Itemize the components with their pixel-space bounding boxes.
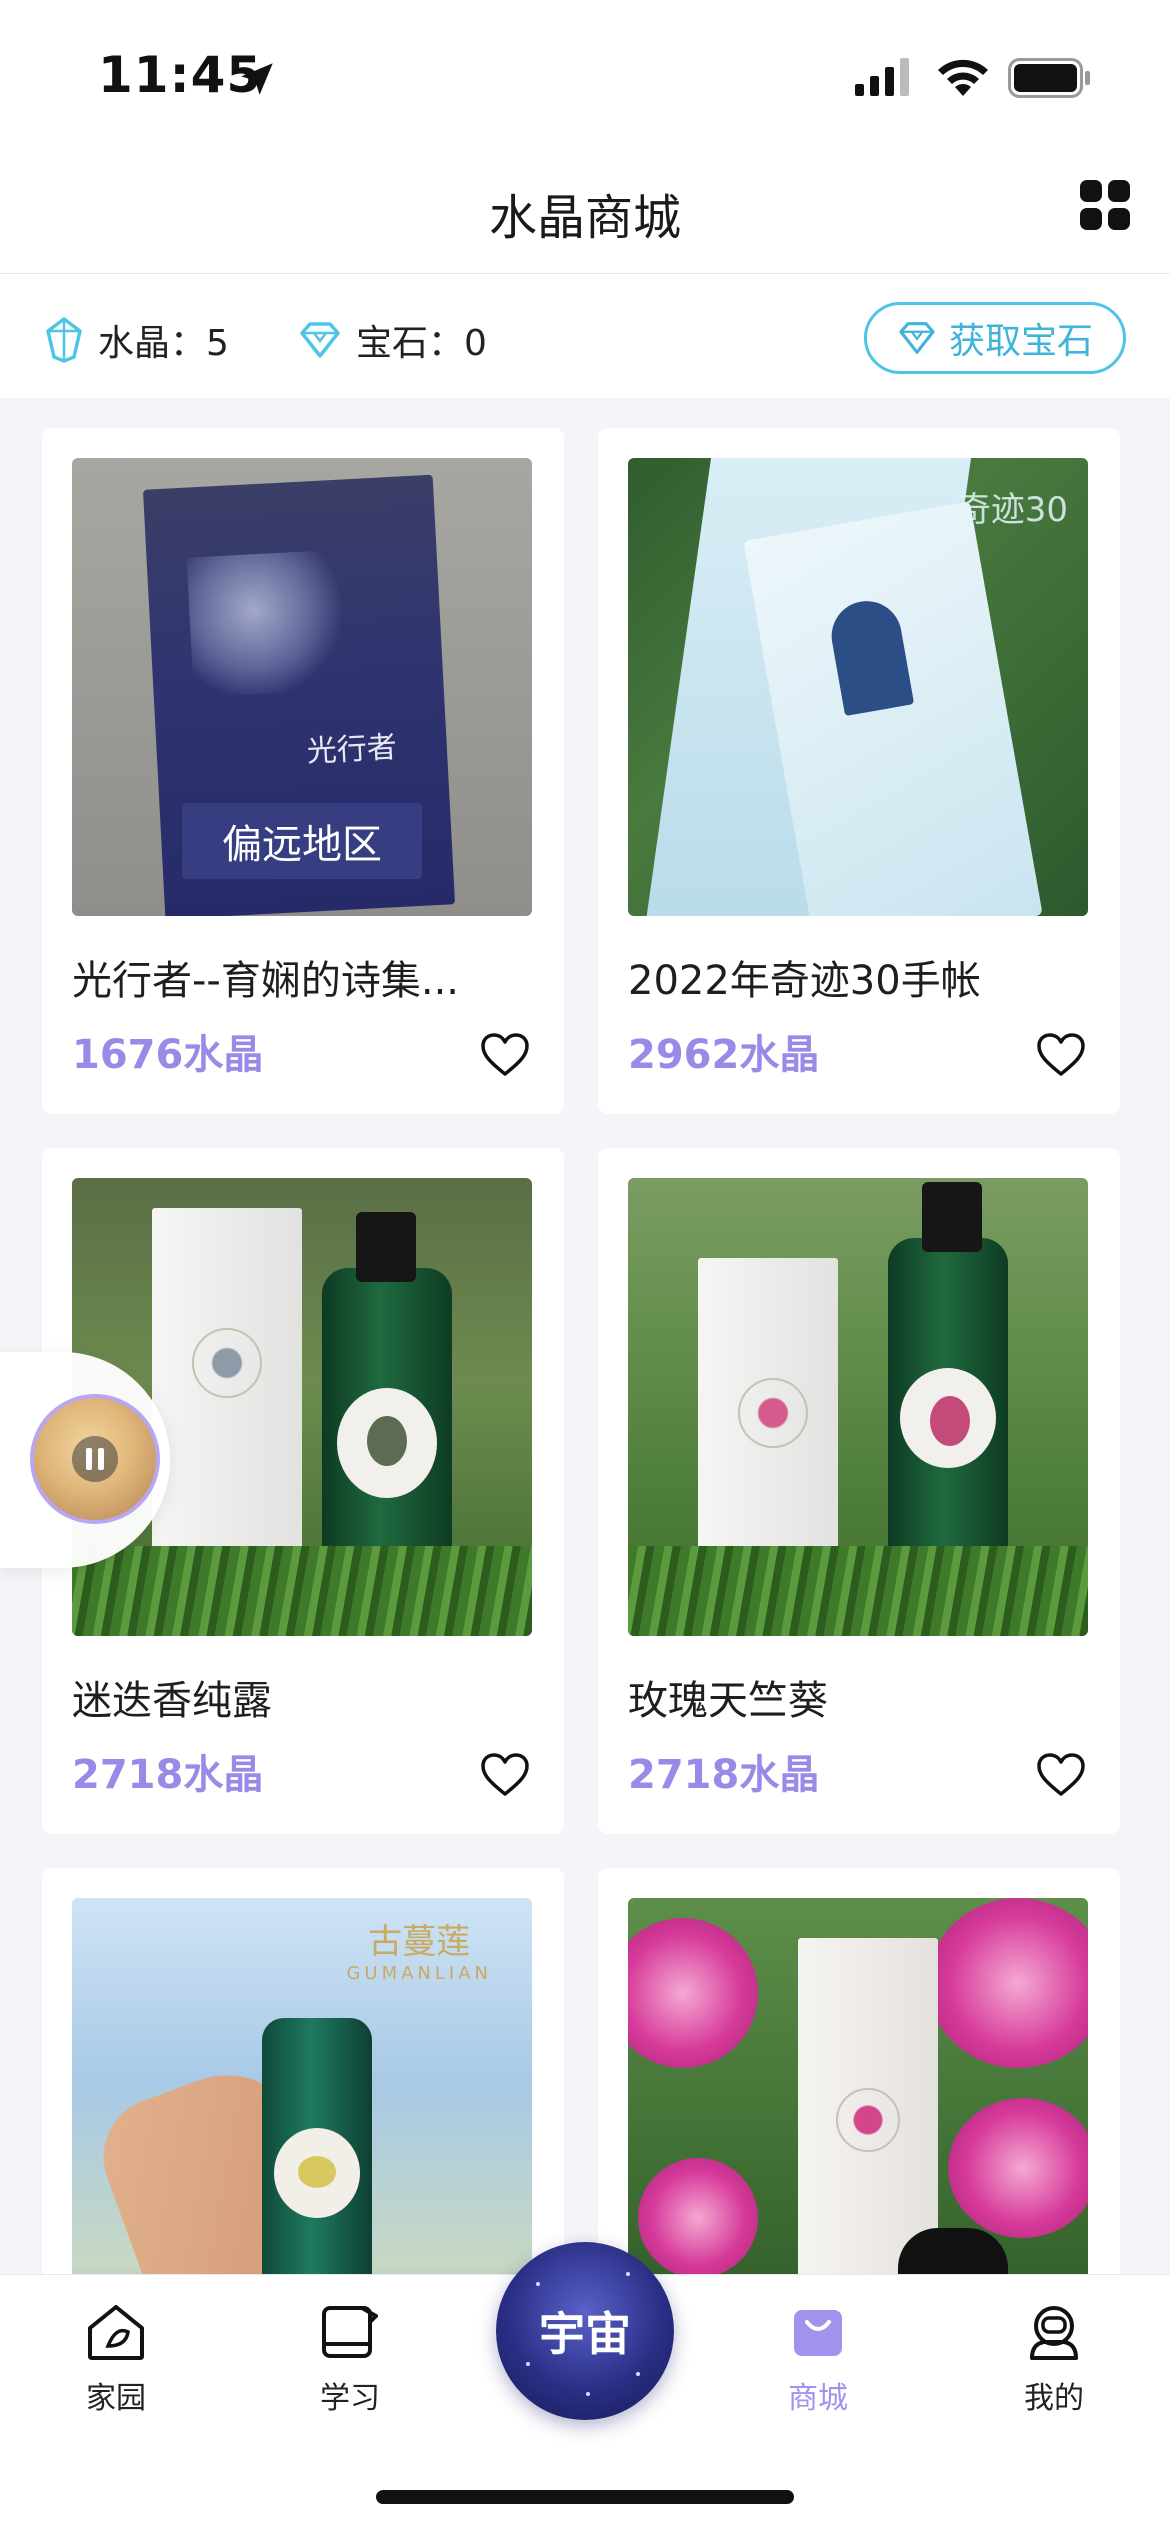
product-name: 玫瑰天竺葵 xyxy=(628,1678,828,1724)
home-indicator xyxy=(376,2490,794,2504)
product-image xyxy=(628,1178,1088,1636)
tab-study-label: 学习 xyxy=(320,2381,380,2416)
gem-balance: 宝石：0 xyxy=(298,314,487,366)
heart-icon[interactable] xyxy=(1036,1752,1086,1798)
status-bar: 11:45 xyxy=(0,0,1170,150)
crystal-icon xyxy=(46,317,82,363)
tab-shop[interactable]: 商城 xyxy=(748,2299,888,2417)
cellular-signal-icon xyxy=(855,58,909,96)
tab-mine[interactable]: 我的 xyxy=(984,2299,1124,2417)
pause-icon[interactable] xyxy=(72,1436,118,1482)
battery-icon xyxy=(1008,58,1090,98)
location-arrow-icon xyxy=(241,63,273,95)
shopping-bag-icon xyxy=(794,2310,842,2356)
get-gems-label: 获取宝石 xyxy=(948,321,1093,362)
product-image-brand: 奇迹30 xyxy=(956,490,1068,530)
product-price: 1676水晶 xyxy=(72,1032,264,1078)
product-name: 迷迭香纯露 xyxy=(72,1678,272,1724)
tab-universe-label: 宇宙 xyxy=(539,2307,631,2361)
grid-menu-icon[interactable] xyxy=(1080,180,1130,230)
gem-icon xyxy=(300,322,340,358)
balance-bar: 水晶：5 宝石：0 获取宝石 xyxy=(0,274,1170,398)
book-icon xyxy=(322,2306,378,2358)
product-grid: 光行者 偏远地区 光行者--育娴的诗集... 1676水晶 奇迹30 2022年… xyxy=(42,428,1128,2532)
heart-icon[interactable] xyxy=(480,1032,530,1078)
page-title: 水晶商城 xyxy=(488,190,681,246)
home-icon xyxy=(88,2305,144,2360)
tab-mine-label: 我的 xyxy=(1024,2381,1084,2416)
product-card[interactable]: 光行者 偏远地区 光行者--育娴的诗集... 1676水晶 xyxy=(42,428,564,1114)
product-image: 奇迹30 xyxy=(628,458,1088,916)
crystal-balance-text: 水晶：5 xyxy=(98,323,229,364)
book-cover-title: 光行者 xyxy=(305,729,398,770)
tab-home[interactable]: 家园 xyxy=(46,2299,186,2417)
product-price: 2962水晶 xyxy=(628,1032,820,1078)
tab-universe-button[interactable]: 宇宙 xyxy=(496,2242,674,2420)
product-price: 2718水晶 xyxy=(72,1752,264,1798)
heart-icon[interactable] xyxy=(1036,1032,1086,1078)
get-gems-button[interactable]: 获取宝石 xyxy=(864,302,1126,374)
tab-study[interactable]: 学习 xyxy=(280,2299,420,2417)
tab-shop-label: 商城 xyxy=(788,2381,848,2416)
astronaut-icon xyxy=(1030,2306,1078,2360)
gem-icon xyxy=(899,322,935,354)
product-price: 2718水晶 xyxy=(628,1752,820,1798)
gem-balance-text: 宝石：0 xyxy=(356,323,487,364)
product-image-brand: 古蔓莲 GUMANLIAN xyxy=(346,1922,492,1984)
product-card[interactable]: 玫瑰天竺葵 2718水晶 xyxy=(598,1148,1120,1834)
crystal-balance: 水晶：5 xyxy=(44,314,229,366)
product-name: 2022年奇迹30手帐 xyxy=(628,958,981,1004)
product-card[interactable]: 奇迹30 2022年奇迹30手帐 2962水晶 xyxy=(598,428,1120,1114)
region-label: 偏远地区 xyxy=(182,803,422,879)
heart-icon[interactable] xyxy=(480,1752,530,1798)
tab-home-label: 家园 xyxy=(86,2381,146,2416)
nav-header: 水晶商城 xyxy=(0,150,1170,274)
audio-cover xyxy=(30,1394,160,1524)
product-name: 光行者--育娴的诗集... xyxy=(72,958,460,1004)
product-image: 光行者 偏远地区 xyxy=(72,458,532,916)
wifi-icon xyxy=(938,59,988,96)
